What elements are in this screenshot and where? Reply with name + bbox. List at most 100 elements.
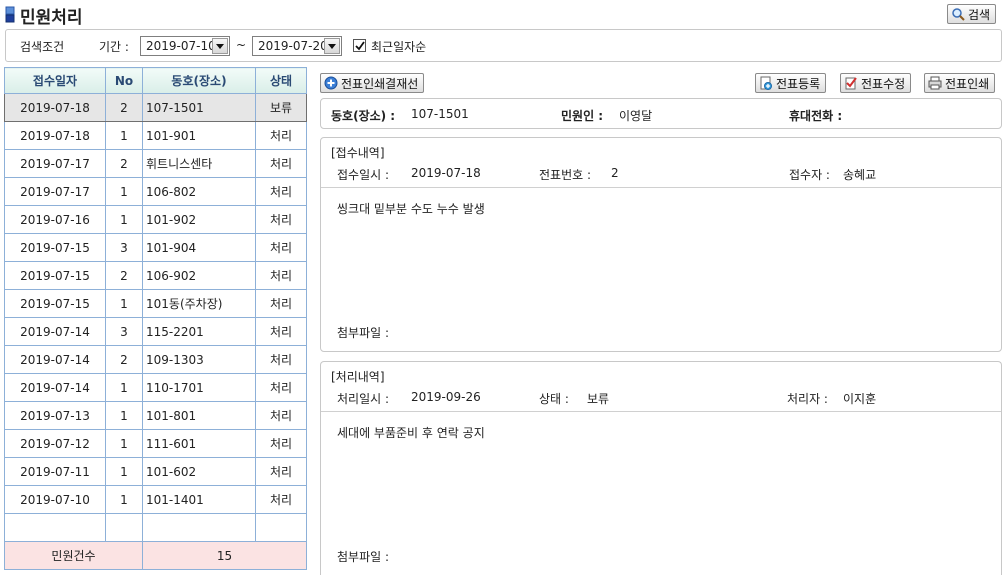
- column-header-status[interactable]: 상태: [255, 67, 307, 94]
- row-status: 보류: [255, 93, 307, 122]
- processing-status-value: 보류: [587, 392, 610, 406]
- row-place: 107-1501: [142, 93, 256, 122]
- table-row[interactable]: 2019-07-18 2 107-1501 보류: [4, 93, 307, 122]
- row-no: 1: [105, 485, 143, 514]
- table-header-row: 접수일자 No 동호(장소) 상태: [4, 67, 307, 94]
- place-label: 동호(장소) :: [331, 109, 396, 123]
- new-document-icon: [760, 76, 772, 90]
- processing-divider: [321, 411, 1001, 412]
- edit-check-icon: [845, 77, 857, 90]
- reception-content: 씽크대 밑부분 수도 누수 발생: [337, 202, 485, 216]
- table-row[interactable]: 2019-07-12 1 111-601 처리: [4, 429, 307, 458]
- row-status: 처리: [255, 429, 307, 458]
- page-title: 민원처리: [20, 8, 83, 28]
- table-row[interactable]: 2019-07-18 1 101-901 처리: [4, 121, 307, 150]
- row-no: 3: [105, 317, 143, 346]
- recent-first-label: 최근일자순: [371, 40, 427, 54]
- reception-panel: [접수내역] 접수일시 : 2019-07-18 전표번호 : 2 접수자 : …: [320, 137, 1002, 352]
- end-date-select[interactable]: 2019-07-20: [252, 36, 342, 56]
- table-row[interactable]: 2019-07-15 2 106-902 처리: [4, 261, 307, 290]
- summary-label: 민원건수: [4, 541, 143, 570]
- summary-count: 15: [142, 541, 307, 570]
- row-date: 2019-07-14: [4, 317, 106, 346]
- column-header-place[interactable]: 동호(장소): [142, 67, 256, 94]
- row-place: 휘트니스센타: [142, 149, 256, 178]
- table-row[interactable]: 2019-07-10 1 101-1401 처리: [4, 485, 307, 514]
- table-row[interactable]: 2019-07-14 1 110-1701 처리: [4, 373, 307, 402]
- reception-date-label: 접수일시 :: [337, 168, 390, 182]
- reception-title: [접수내역]: [331, 146, 385, 160]
- row-status: 처리: [255, 457, 307, 486]
- row-place: 109-1303: [142, 345, 256, 374]
- chevron-down-icon[interactable]: [212, 38, 228, 54]
- filter-bar: 검색조건 기간 : 2019-07-10 ~ 2019-07-20 최근일자순: [5, 29, 1002, 62]
- search-button[interactable]: 검색: [947, 4, 997, 24]
- row-no: 3: [105, 233, 143, 262]
- row-place: 101-602: [142, 457, 256, 486]
- row-date: 2019-07-16: [4, 205, 106, 234]
- empty-row: [4, 513, 307, 542]
- place-value: 107-1501: [411, 107, 469, 121]
- empty-cell: [142, 513, 256, 542]
- column-header-date[interactable]: 접수일자: [4, 67, 106, 94]
- receiver-label: 접수자 :: [789, 168, 830, 182]
- check-icon: [354, 40, 365, 50]
- page-icon: [5, 6, 15, 23]
- table-row[interactable]: 2019-07-13 1 101-801 처리: [4, 401, 307, 430]
- chevron-down-icon[interactable]: [324, 38, 340, 54]
- table-row[interactable]: 2019-07-14 3 115-2201 처리: [4, 317, 307, 346]
- printer-icon: [928, 76, 942, 90]
- row-date: 2019-07-17: [4, 177, 106, 206]
- processing-content: 세대에 부품준비 후 연락 공지: [337, 426, 485, 440]
- recent-first-checkbox[interactable]: [353, 39, 366, 52]
- receiver-value: 송혜교: [843, 168, 877, 182]
- row-no: 2: [105, 261, 143, 290]
- row-no: 1: [105, 177, 143, 206]
- row-date: 2019-07-12: [4, 429, 106, 458]
- table-row[interactable]: 2019-07-15 1 101동(주차장) 처리: [4, 289, 307, 318]
- add-circle-icon: [324, 76, 338, 90]
- row-no: 1: [105, 401, 143, 430]
- start-date-select[interactable]: 2019-07-10: [140, 36, 230, 56]
- row-date: 2019-07-14: [4, 373, 106, 402]
- row-no: 2: [105, 345, 143, 374]
- mobile-label: 휴대전화 :: [789, 109, 843, 123]
- row-date: 2019-07-15: [4, 233, 106, 262]
- row-no: 1: [105, 289, 143, 318]
- row-date: 2019-07-15: [4, 289, 106, 318]
- empty-cell: [105, 513, 143, 542]
- row-status: 처리: [255, 261, 307, 290]
- reception-date-value: 2019-07-18: [411, 166, 481, 180]
- print-approval-line-button[interactable]: 전표인쇄결재선: [320, 73, 425, 93]
- row-place: 101-801: [142, 401, 256, 430]
- processing-title: [처리내역]: [331, 370, 385, 384]
- date-range-separator: ~: [236, 38, 247, 52]
- row-no: 1: [105, 429, 143, 458]
- print-slip-label: 전표인쇄: [945, 76, 990, 91]
- register-slip-button[interactable]: 전표등록: [755, 73, 827, 93]
- table-row[interactable]: 2019-07-15 3 101-904 처리: [4, 233, 307, 262]
- processing-date-value: 2019-09-26: [411, 390, 481, 404]
- complainant-label: 민원인 :: [561, 109, 604, 123]
- row-no: 1: [105, 205, 143, 234]
- table-row[interactable]: 2019-07-17 2 휘트니스센타 처리: [4, 149, 307, 178]
- column-header-no[interactable]: No: [105, 67, 143, 94]
- register-slip-label: 전표등록: [776, 76, 821, 91]
- print-slip-button[interactable]: 전표인쇄: [924, 73, 996, 93]
- row-date: 2019-07-15: [4, 261, 106, 290]
- reception-divider: [321, 187, 1001, 188]
- row-date: 2019-07-10: [4, 485, 106, 514]
- period-label: 기간 :: [99, 40, 129, 54]
- complaint-table: 접수일자 No 동호(장소) 상태 2019-07-18 2 107-1501 보류 2…: [4, 67, 307, 570]
- table-row[interactable]: 2019-07-14 2 109-1303 처리: [4, 345, 307, 374]
- row-status: 처리: [255, 289, 307, 318]
- table-row[interactable]: 2019-07-11 1 101-602 처리: [4, 457, 307, 486]
- row-no: 1: [105, 121, 143, 150]
- row-status: 처리: [255, 317, 307, 346]
- table-row[interactable]: 2019-07-17 1 106-802 처리: [4, 177, 307, 206]
- row-date: 2019-07-13: [4, 401, 106, 430]
- row-status: 처리: [255, 177, 307, 206]
- row-status: 처리: [255, 149, 307, 178]
- table-row[interactable]: 2019-07-16 1 101-902 처리: [4, 205, 307, 234]
- edit-slip-button[interactable]: 전표수정: [840, 73, 912, 93]
